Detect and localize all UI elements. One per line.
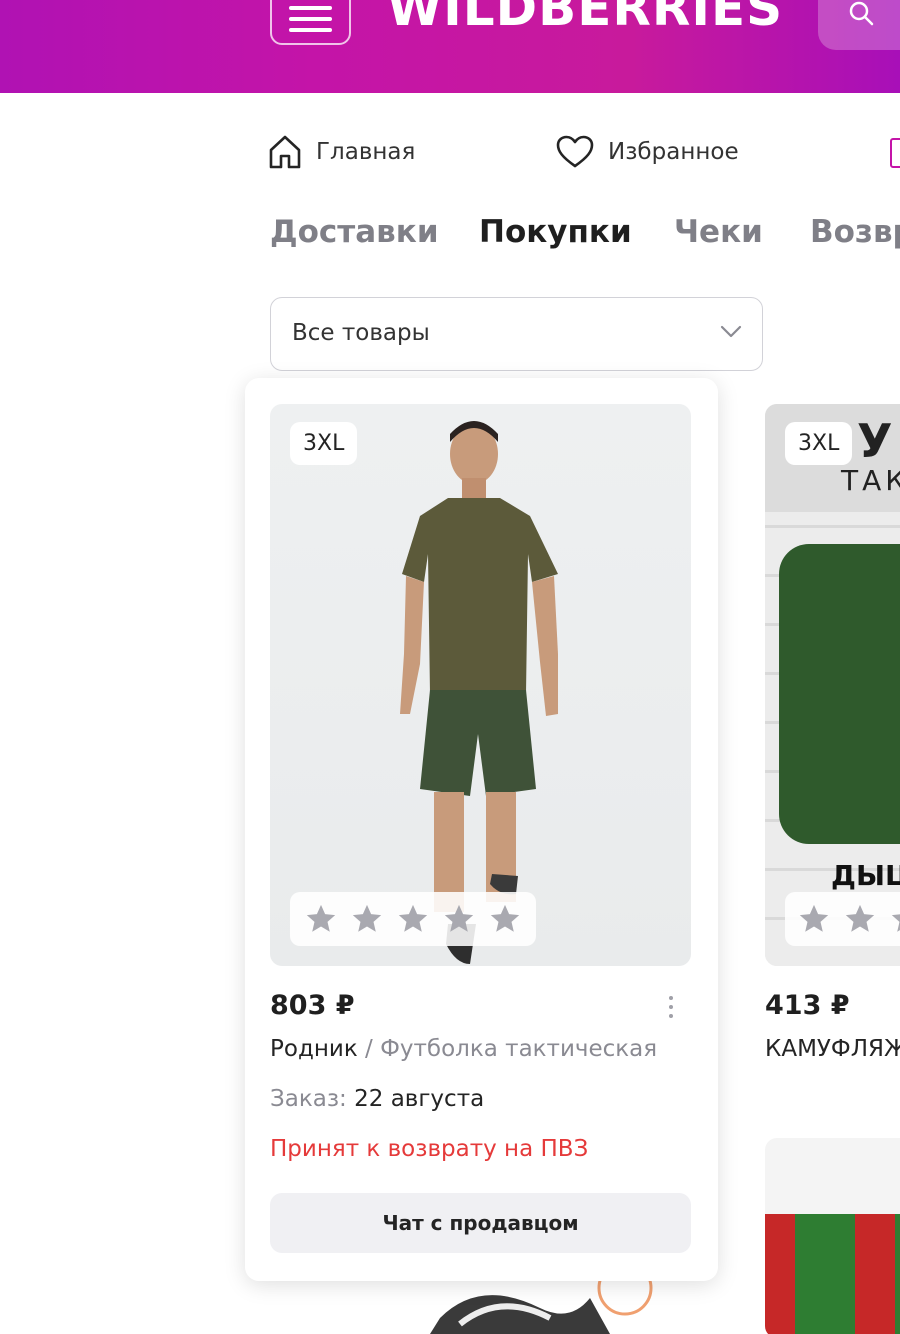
star-icon[interactable] [843, 902, 877, 936]
product-name-2[interactable]: КАМУФЛЯЖ [765, 1036, 900, 1062]
star-icon[interactable] [797, 902, 831, 936]
heart-icon [556, 135, 594, 168]
order-status: Принят к возврату на ПВЗ [270, 1136, 589, 1162]
order-date: 22 августа [354, 1086, 485, 1112]
title-separator: / [365, 1036, 373, 1062]
image-text-bottom: ДЫШ [831, 859, 900, 892]
star-icon[interactable] [396, 902, 430, 936]
size-badge-2: 3XL [785, 422, 853, 465]
product-photo-shirt [779, 544, 900, 844]
cart-icon[interactable] [890, 138, 900, 168]
star-icon[interactable] [442, 902, 476, 936]
search-icon [849, 1, 874, 26]
tab-deliveries[interactable]: Доставки [270, 214, 439, 250]
product-card[interactable]: 3XL 803 ₽ Родник / Футболка тактическая … [245, 378, 718, 1281]
chevron-down-icon [720, 325, 742, 338]
filter-selected-value: Все товары [292, 320, 430, 346]
hamburger-icon [289, 6, 332, 10]
rating-stars[interactable] [290, 892, 536, 946]
product-price: 803 ₽ [270, 990, 355, 1021]
order-label: Заказ: [270, 1086, 347, 1112]
product-image-3[interactable] [765, 1138, 900, 1334]
nav-home-label: Главная [316, 139, 416, 165]
star-icon[interactable] [488, 902, 522, 936]
nav-favorites[interactable]: Избранное [556, 130, 739, 174]
product-brand: Родник [270, 1036, 358, 1062]
order-date-line: Заказ: 22 августа [270, 1086, 484, 1112]
tab-returns[interactable]: Возвр [810, 214, 900, 250]
nav-favorites-label: Избранное [608, 139, 739, 165]
tab-receipts[interactable]: Чеки [674, 214, 763, 250]
rating-stars-2[interactable] [785, 892, 900, 946]
product-name: Футболка тактическая [380, 1036, 658, 1062]
product-photo-man [400, 421, 558, 964]
top-header: WILDBERRIES [0, 0, 900, 93]
size-badge: 3XL [290, 422, 358, 465]
star-icon[interactable] [304, 902, 338, 936]
logo[interactable]: WILDBERRIES [387, 0, 783, 38]
nav-home[interactable]: Главная [268, 130, 415, 174]
menu-button[interactable] [270, 0, 351, 45]
products-filter-select[interactable]: Все товары [270, 297, 763, 371]
product-image-4[interactable] [420, 1278, 660, 1334]
search-button[interactable] [818, 0, 900, 50]
product-image[interactable]: 3XL [270, 404, 691, 966]
product-title[interactable]: Родник / Футболка тактическая [270, 1036, 657, 1062]
star-icon[interactable] [889, 902, 900, 936]
chat-with-seller-button[interactable]: Чат с продавцом [270, 1193, 691, 1253]
product-photo-tea [765, 1214, 900, 1334]
image-text-mid: ТАК [841, 464, 900, 497]
image-text-top: У [857, 414, 893, 468]
more-options-icon[interactable] [661, 993, 681, 1023]
star-icon[interactable] [350, 902, 384, 936]
home-icon [269, 135, 301, 169]
tab-purchases[interactable]: Покупки [479, 214, 632, 250]
product-price-2: 413 ₽ [765, 990, 850, 1021]
product-image-2[interactable]: У ТАК ДЫШ 3XL [765, 404, 900, 966]
